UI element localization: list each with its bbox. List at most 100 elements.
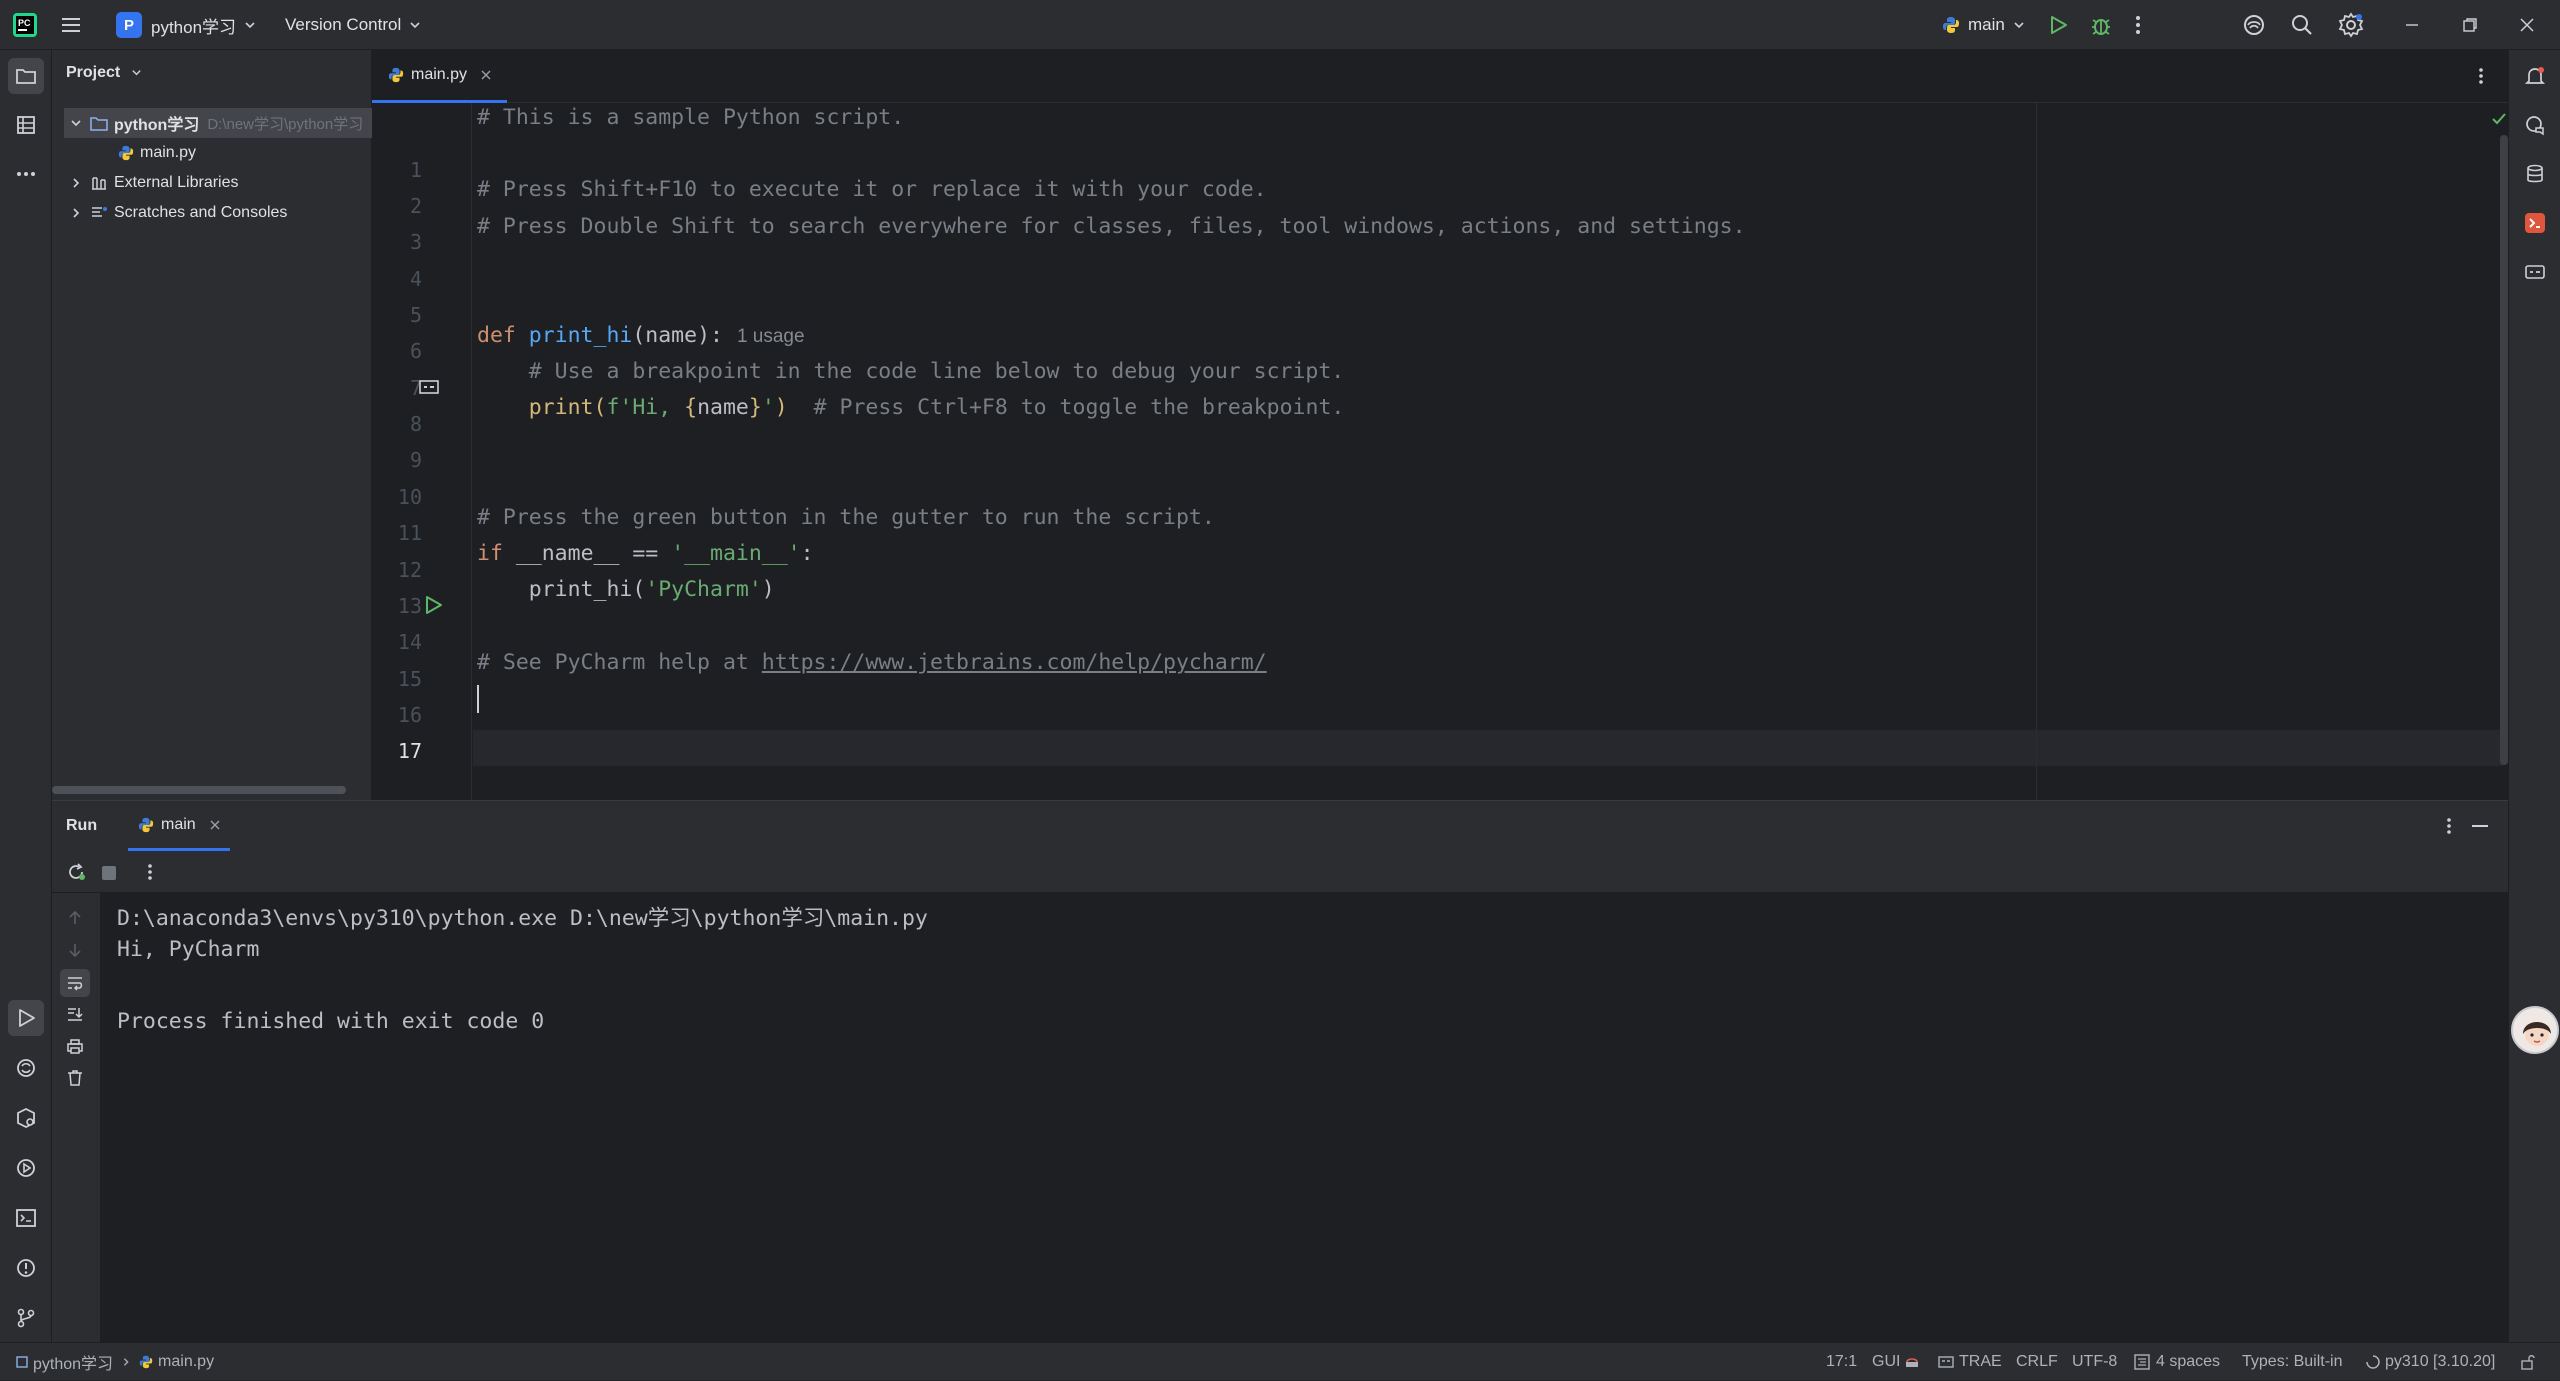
run-config-name: main <box>1968 15 2005 34</box>
arrow-up-icon[interactable] <box>66 909 84 927</box>
code-line[interactable]: # See PyCharm help at https://www.jetbra… <box>477 650 1267 675</box>
types-widget[interactable]: Types: Built-in <box>2242 1343 2342 1381</box>
editor-vertical-scrollbar[interactable] <box>2500 135 2508 765</box>
chevron-right-icon[interactable] <box>68 205 84 221</box>
right-tool-strip <box>2508 50 2560 1342</box>
code-line[interactable]: print_hi('PyCharm') <box>477 577 775 602</box>
code-line[interactable]: # Press Double Shift to search everywher… <box>477 214 1746 239</box>
code-line[interactable]: # Press Shift+F10 to execute it or repla… <box>477 177 1267 202</box>
python-console-icon <box>17 1059 35 1077</box>
more-tools-button[interactable] <box>8 156 44 192</box>
gui-widget[interactable]: GUI <box>1872 1343 1919 1381</box>
python-packages-tool-button[interactable] <box>8 1100 44 1136</box>
breadcrumb-file[interactable]: main.py <box>158 1353 214 1371</box>
tab-label: main.py <box>411 66 468 83</box>
problems-icon <box>17 1259 35 1277</box>
interpreter-widget[interactable]: py310 [3.10.20] <box>2366 1343 2495 1381</box>
chevron-down-icon[interactable] <box>68 115 84 131</box>
rerun-icon[interactable] <box>66 862 86 882</box>
code-line[interactable]: print(f'Hi, {name}') # Press Ctrl+F8 to … <box>477 395 1345 420</box>
run-tab-main[interactable]: main <box>128 801 230 851</box>
hide-panel-icon[interactable] <box>2472 825 2488 827</box>
console-output-line[interactable]: Process finished with exit code 0 <box>117 1009 544 1034</box>
lock-icon[interactable] <box>2520 1343 2536 1381</box>
code-line[interactable]: # Press the green button in the gutter t… <box>477 505 1215 530</box>
project-panel: Project python学习 D:\new学习\python学习 main.… <box>52 50 372 800</box>
trae-plugin-button[interactable] <box>2517 205 2553 241</box>
notifications-button[interactable] <box>2517 58 2553 94</box>
tab-main-py[interactable]: main.py <box>372 50 508 103</box>
python-file-icon <box>139 1355 153 1369</box>
close-window-button[interactable] <box>2520 0 2534 50</box>
structure-tool-button[interactable] <box>8 107 44 143</box>
settings-gear-icon[interactable] <box>2338 0 2364 50</box>
run-options-icon[interactable] <box>2446 816 2452 836</box>
breadcrumb-project[interactable]: python学习 <box>33 1350 113 1374</box>
restore-button[interactable] <box>2463 0 2477 50</box>
project-panel-title[interactable]: Project <box>66 64 142 82</box>
debug-button[interactable] <box>2090 0 2112 50</box>
indent-widget[interactable]: 4 spaces <box>2134 1343 2220 1381</box>
tree-scratches[interactable]: Scratches and Consoles <box>68 198 287 228</box>
code-line[interactable]: # This is a sample Python script. <box>477 105 904 130</box>
tree-root-folder[interactable]: python学习 D:\new学习\python学习 <box>64 108 372 138</box>
ai-assistant-icon[interactable] <box>2242 0 2266 50</box>
run-button[interactable] <box>2047 0 2069 50</box>
stop-icon[interactable] <box>102 866 116 880</box>
search-icon[interactable] <box>2290 0 2314 50</box>
horizontal-scrollbar[interactable] <box>52 786 346 794</box>
trae-widget[interactable]: TRAE <box>1938 1343 2002 1381</box>
main-menu-icon[interactable] <box>60 0 82 50</box>
console-button[interactable] <box>2517 254 2553 290</box>
tab-more-icon[interactable] <box>2478 66 2484 86</box>
line-separator[interactable]: CRLF <box>2016 1343 2058 1381</box>
chevron-right-icon[interactable] <box>68 175 84 191</box>
terminal-tool-button[interactable] <box>8 1200 44 1236</box>
more-actions-icon[interactable] <box>2135 0 2141 50</box>
usages-gutter-icon[interactable] <box>419 378 439 396</box>
run-icon <box>19 1009 35 1027</box>
chevron-down-icon <box>2013 19 2025 31</box>
soft-wrap-icon[interactable] <box>60 969 90 997</box>
print-icon[interactable] <box>66 1037 84 1055</box>
caret-position[interactable]: 17:1 <box>1826 1343 1857 1381</box>
version-control-menu[interactable]: Version Control <box>285 0 421 50</box>
tree-external-libraries[interactable]: External Libraries <box>68 168 239 198</box>
problems-tool-button[interactable] <box>8 1250 44 1286</box>
ai-chat-button[interactable] <box>2517 107 2553 143</box>
usage-hint[interactable]: 1 usage <box>737 326 805 347</box>
arrow-down-icon[interactable] <box>66 941 84 959</box>
pycharm-logo-icon[interactable]: PC <box>12 0 38 50</box>
chevron-down-icon <box>244 19 256 31</box>
file-encoding[interactable]: UTF-8 <box>2072 1343 2117 1381</box>
help-link[interactable]: https://www.jetbrains.com/help/pycharm/ <box>762 650 1267 675</box>
line-number: 6 <box>409 339 422 363</box>
code-line[interactable]: if __name__ == '__main__': <box>477 541 814 566</box>
run-gutter-icon[interactable] <box>422 594 444 616</box>
trash-icon[interactable] <box>66 1069 84 1087</box>
run-config-selector[interactable]: main <box>1942 0 2025 50</box>
python-packages-button[interactable] <box>8 1050 44 1086</box>
scroll-to-end-icon[interactable] <box>66 1005 84 1023</box>
database-button[interactable] <box>2517 156 2553 192</box>
project-tool-button[interactable] <box>8 58 44 94</box>
git-tool-button[interactable] <box>8 1300 44 1336</box>
line-number: 4 <box>409 267 422 291</box>
services-tool-button[interactable] <box>8 1150 44 1186</box>
console-output-line[interactable]: Hi, PyCharm <box>117 937 259 962</box>
minimize-button[interactable] <box>2405 0 2419 50</box>
run-tab-label: main <box>161 815 196 833</box>
no-problems-check-icon[interactable] <box>2490 110 2508 128</box>
line-number: 12 <box>397 558 422 582</box>
close-tab-icon[interactable] <box>481 70 491 80</box>
console-output-line[interactable]: D:\anaconda3\envs\py310\python.exe D:\ne… <box>117 901 928 932</box>
project-switcher[interactable]: P python学习 <box>116 0 256 50</box>
tree-file-main[interactable]: main.py <box>118 138 196 168</box>
run-tool-button[interactable] <box>8 1000 44 1036</box>
close-tab-icon[interactable] <box>210 820 220 830</box>
code-line[interactable]: # Use a breakpoint in the code line belo… <box>477 359 1345 384</box>
assistant-avatar[interactable] <box>2511 1006 2559 1054</box>
more-icon[interactable] <box>147 862 153 882</box>
code-line[interactable]: def print_hi(name): 1 usage <box>477 323 805 348</box>
